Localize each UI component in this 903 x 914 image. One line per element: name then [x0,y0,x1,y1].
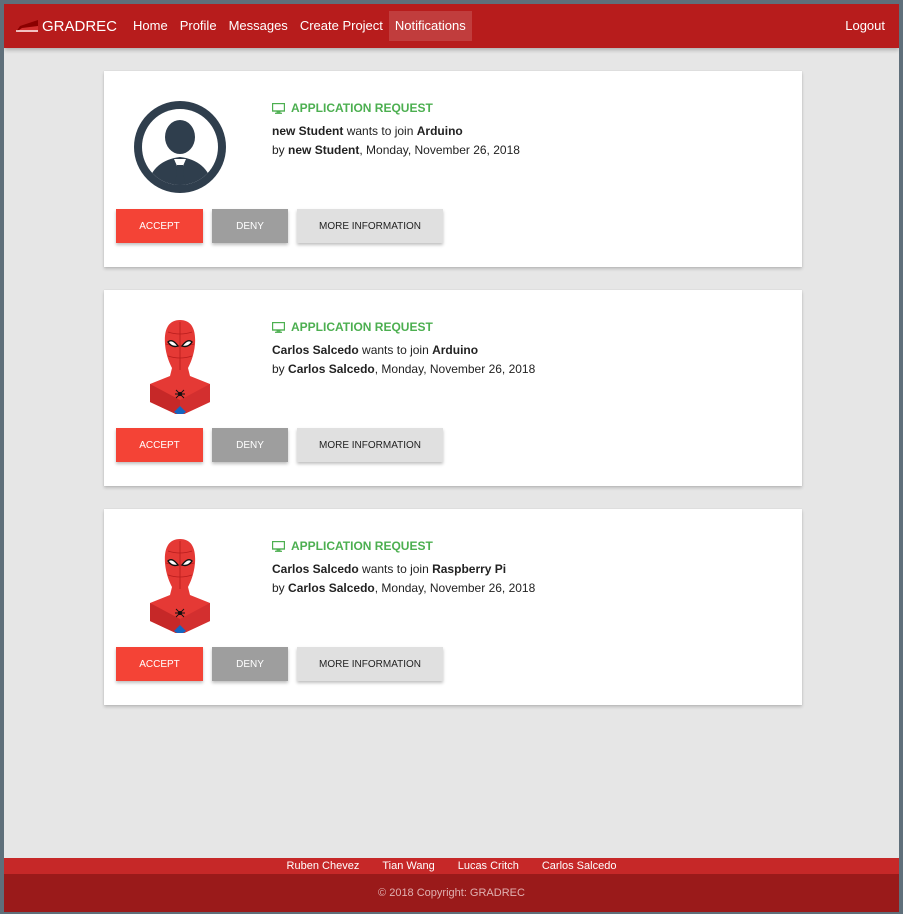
by-name: new Student [288,143,360,157]
action-buttons: ACCEPT DENY MORE INFORMATION [116,209,452,243]
by-name: Carlos Salcedo [288,581,375,595]
deny-button[interactable]: DENY [212,428,288,462]
wants-text: wants to join [362,562,429,576]
brand-link[interactable]: GRADREC [16,18,117,35]
nav-messages[interactable]: Messages [223,11,294,41]
notification-info: APPLICATION REQUEST Carlos Salcedo wants… [272,539,535,595]
nav-home[interactable]: Home [127,11,174,41]
accept-button[interactable]: ACCEPT [116,209,203,243]
nav-notifications[interactable]: Notifications [388,11,472,41]
request-date: Monday, November 26, 2018 [381,581,536,595]
notification-type-label: APPLICATION REQUEST [291,539,433,553]
footer-authors: Ruben Chevez Tian Wang Lucas Critch Carl… [4,858,899,874]
wants-text: wants to join [346,124,414,138]
by-text: by [272,362,285,376]
notification-card: APPLICATION REQUEST Carlos Salcedo wants… [104,290,802,486]
deny-button[interactable]: DENY [212,209,288,243]
nav-create-project[interactable]: Create Project [294,11,389,41]
monitor-icon [272,540,285,552]
logout-link[interactable]: Logout [845,11,885,41]
notification-info: APPLICATION REQUEST new Student wants to… [272,101,520,157]
accept-button[interactable]: ACCEPT [116,428,203,462]
more-information-button[interactable]: MORE INFORMATION [297,428,443,462]
notification-type-label: APPLICATION REQUEST [291,101,433,115]
wants-text: wants to join [362,343,429,357]
request-line: new Student wants to join Arduino [272,124,520,138]
footer-author: Carlos Salcedo [541,860,617,872]
requester-name: Carlos Salcedo [272,343,359,357]
notification-type-label: APPLICATION REQUEST [291,320,433,334]
footer-copyright-bar: © 2018 Copyright: GRADREC [4,874,899,912]
notification-type: APPLICATION REQUEST [272,320,535,334]
by-line: by Carlos Salcedo, Monday, November 26, … [272,581,536,595]
notification-type: APPLICATION REQUEST [272,539,535,553]
by-name: Carlos Salcedo [288,362,375,376]
more-information-button[interactable]: MORE INFORMATION [297,209,443,243]
by-text: by [272,143,285,157]
request-line: Carlos Salcedo wants to join Arduino [272,343,535,357]
monitor-icon [272,102,285,114]
notification-info: APPLICATION REQUEST Carlos Salcedo wants… [272,320,535,376]
footer-author: Ruben Chevez [286,860,360,872]
project-name: Arduino [432,343,479,357]
navbar: GRADREC Home Profile Messages Create Pro… [4,4,899,48]
footer-author: Tian Wang [382,860,435,872]
more-information-button[interactable]: MORE INFORMATION [297,647,443,681]
brand-name: GRADREC [42,17,118,35]
request-line: Carlos Salcedo wants to join Raspberry P… [272,562,535,576]
footer-author: Lucas Critch [457,860,519,872]
by-line: by Carlos Salcedo, Monday, November 26, … [272,362,536,376]
monitor-icon [272,321,285,333]
app-window: GRADREC Home Profile Messages Create Pro… [4,4,899,912]
default-user-avatar-icon [134,101,226,193]
footer-copyright: © 2018 Copyright: GRADREC [378,887,525,899]
request-date: Monday, November 26, 2018 [366,143,520,157]
action-buttons: ACCEPT DENY MORE INFORMATION [116,428,452,462]
notification-type: APPLICATION REQUEST [272,101,520,115]
deny-button[interactable]: DENY [212,647,288,681]
accept-button[interactable]: ACCEPT [116,647,203,681]
project-name: Raspberry Pi [432,562,507,576]
requester-name: new Student [272,124,344,138]
requester-name: Carlos Salcedo [272,562,359,576]
brand-logo-icon [16,20,38,32]
spiderman-avatar-icon [150,320,210,414]
request-date: Monday, November 26, 2018 [381,362,536,376]
spiderman-avatar-icon [150,539,210,633]
by-line: by new Student, Monday, November 26, 201… [272,143,520,157]
project-name: Arduino [416,124,463,138]
notification-card: APPLICATION REQUEST Carlos Salcedo wants… [104,509,802,705]
action-buttons: ACCEPT DENY MORE INFORMATION [116,647,452,681]
nav-profile[interactable]: Profile [174,11,223,41]
by-text: by [272,581,285,595]
nav-links: Home Profile Messages Create Project Not… [127,4,472,48]
notification-card: APPLICATION REQUEST new Student wants to… [104,71,802,267]
